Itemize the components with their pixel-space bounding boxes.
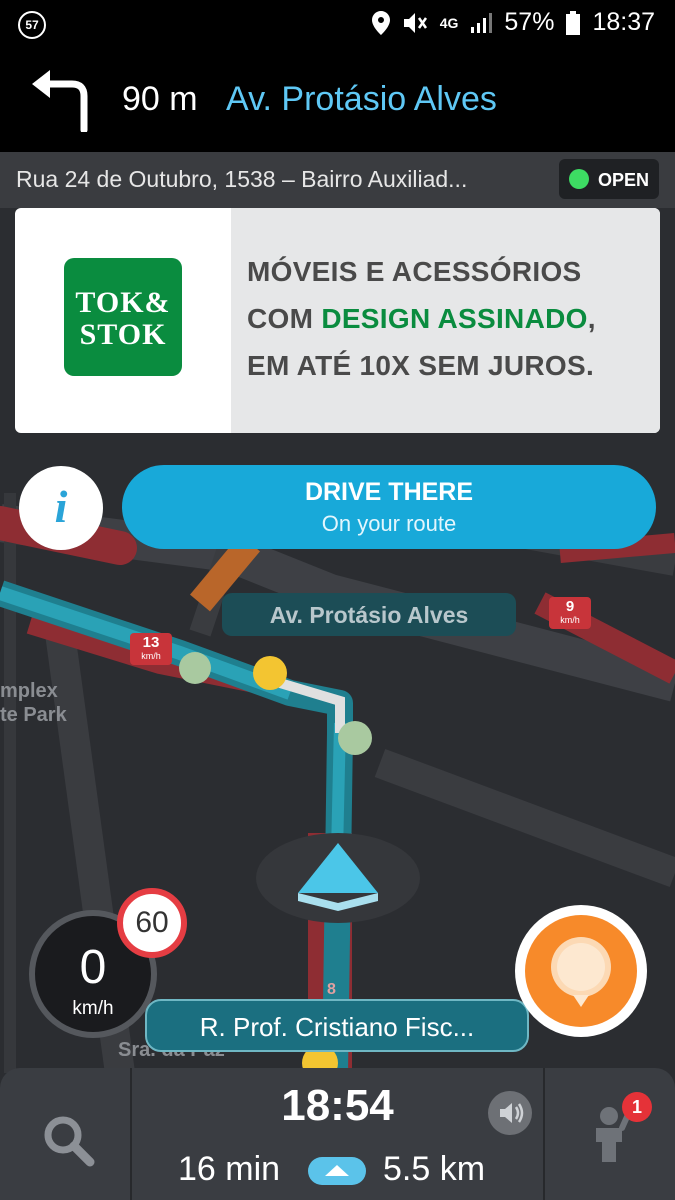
turn-instruction-bar[interactable]: 90 m Av. Protásio Alves — [0, 48, 675, 152]
road-number: 8 — [327, 981, 336, 998]
street-callout-label: Av. Protásio Alves — [269, 602, 469, 628]
traffic-speed-marker[interactable]: 13 km/h — [130, 633, 172, 665]
report-button-inner — [525, 915, 637, 1027]
current-street-pill: R. Prof. Cristiano Fisc... — [145, 999, 529, 1052]
open-status-dot — [569, 169, 589, 189]
turn-street-name: Av. Protásio Alves — [226, 80, 497, 118]
drive-there-button[interactable]: DRIVE THERE On your route — [122, 465, 656, 549]
notification-badge: 1 — [622, 1092, 652, 1122]
notification-count-badge: 57 — [18, 11, 46, 39]
route-chip[interactable] — [308, 1157, 366, 1185]
info-icon: i — [54, 481, 68, 532]
signal-icon — [471, 12, 493, 33]
search-icon[interactable] — [40, 1112, 96, 1168]
traffic-speed-value: 9 — [565, 598, 575, 615]
drive-there-subtitle: On your route — [321, 511, 457, 536]
chevron-up-icon — [325, 1165, 349, 1176]
traffic-speed-value: 13 — [142, 634, 160, 651]
network-type: 4G — [439, 14, 459, 31]
status-icons: 4G 57% 18:37 — [371, 8, 655, 37]
speed-limit-sign: 60 — [117, 888, 187, 958]
logo-line-2: STOK — [79, 318, 167, 351]
traffic-speed-unit: km/h — [141, 651, 161, 661]
ad-line-2-highlight: DESIGN ASSINADO — [321, 303, 588, 334]
turn-left-icon — [32, 70, 88, 132]
open-status-label: OPEN — [598, 170, 650, 190]
traffic-speed-unit: km/h — [560, 615, 580, 625]
current-street-name: R. Prof. Cristiano Fisc... — [199, 1012, 475, 1042]
destination-address: Rua 24 de Outubro, 1538 – Bairro Auxilia… — [16, 166, 468, 192]
battery-percent: 57% — [504, 8, 555, 36]
open-status-badge: OPEN — [559, 159, 659, 199]
speed-limit-value: 60 — [135, 906, 169, 939]
logo-line-1: TOK& — [75, 286, 171, 319]
drive-there-title: DRIVE THERE — [304, 478, 474, 506]
ad-banner[interactable]: TOK& STOK MÓVEIS E ACESSÓRIOS COM DESIGN… — [15, 208, 660, 433]
poi-label-line-2: te Park — [0, 704, 67, 726]
speed-unit: km/h — [72, 998, 114, 1019]
status-bar: 57 4G 57% 18:37 — [0, 0, 675, 48]
report-button[interactable] — [515, 905, 647, 1037]
info-button[interactable]: i — [19, 466, 103, 550]
ad-line-1: MÓVEIS E ACESSÓRIOS — [247, 256, 582, 287]
eta-duration: 16 min — [178, 1150, 281, 1188]
battery-icon — [566, 10, 581, 35]
eta-time[interactable]: 18:54 — [132, 1081, 543, 1131]
speaker-icon — [500, 1103, 524, 1123]
traffic-speed-marker[interactable]: 9 km/h — [549, 597, 591, 629]
clock: 18:37 — [592, 8, 655, 36]
sound-button[interactable] — [488, 1091, 532, 1135]
ad-line-2-suffix: , — [587, 303, 596, 334]
turn-distance: 90 m — [122, 80, 198, 118]
mute-icon — [403, 12, 427, 33]
tok-stok-logo: TOK& STOK — [64, 258, 182, 376]
eta-distance: 5.5 km — [383, 1150, 486, 1188]
ad-line-2: COM DESIGN ASSINADO, — [247, 303, 596, 335]
street-name-callout: Av. Protásio Alves — [222, 593, 516, 636]
ad-line-3: EM ATÉ 10X SEM JUROS. — [247, 350, 595, 381]
ad-line-2-prefix: COM — [247, 303, 322, 334]
bottom-divider — [543, 1068, 545, 1200]
poi-label-line-1: mplex — [0, 680, 58, 702]
report-pin-icon — [551, 937, 611, 1007]
location-icon — [371, 10, 390, 35]
